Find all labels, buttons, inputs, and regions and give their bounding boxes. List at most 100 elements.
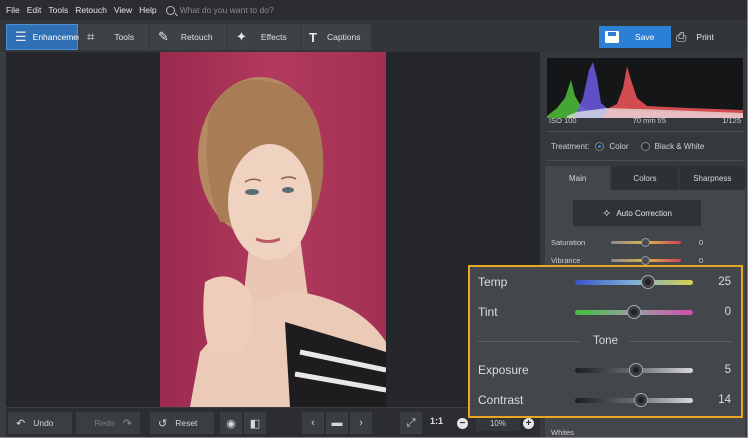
tab-tools[interactable]: ⌗ Tools	[79, 24, 149, 50]
eye-icon: ◉	[226, 417, 236, 430]
histogram-info: ISO 100 70 mm f/5 1/125	[549, 116, 741, 125]
menu-search	[165, 5, 340, 15]
brush-icon: ✎	[158, 29, 169, 44]
magic-wand-icon: ✧	[602, 207, 612, 220]
slider-value: 0	[698, 238, 703, 247]
minus-icon: −	[459, 418, 466, 429]
radio-color-label[interactable]: Color	[609, 142, 628, 151]
saturation-handle[interactable]	[641, 238, 651, 247]
compare-icon: ◧	[249, 417, 261, 430]
redo-button[interactable]: Redo ↷	[76, 412, 140, 434]
preview-button[interactable]: ◉	[220, 412, 242, 434]
tab-captions[interactable]: T Captions	[301, 24, 371, 50]
redo-icon: ↷	[122, 417, 132, 430]
divider	[629, 340, 733, 342]
slider-exposure: Exposure 5	[478, 363, 731, 377]
crop-icon: ⌗	[87, 29, 95, 44]
histogram	[547, 58, 743, 118]
slider-label: Vibrance	[551, 256, 581, 265]
exposure-track[interactable]	[575, 363, 693, 377]
menu-bar: File Edit Tools Retouch View Help	[0, 0, 747, 20]
chevron-right-icon: ›	[359, 417, 363, 429]
next-image-button[interactable]: ›	[350, 412, 372, 434]
subtab-colors[interactable]: Colors	[612, 166, 678, 190]
zoom-in-button[interactable]: +	[523, 418, 534, 429]
slider-label: Saturation	[551, 238, 586, 247]
print-button[interactable]: ⎙ Print	[674, 26, 740, 48]
search-input[interactable]	[179, 5, 340, 15]
tab-retouch[interactable]: ✎ Retouch	[150, 24, 227, 50]
slider-saturation: Saturation 0	[551, 238, 703, 247]
slider-vibrance: Vibrance 0	[551, 256, 703, 265]
slider-value: 25	[718, 276, 731, 288]
tint-track[interactable]	[575, 305, 693, 319]
slider-value: 0	[698, 256, 703, 265]
saturation-track[interactable]	[610, 238, 681, 247]
tab-label: Enhancement	[32, 32, 86, 42]
treatment-label: Treatment:	[551, 142, 590, 151]
radio-black-white-label[interactable]: Black & White	[655, 142, 705, 151]
save-label: Save	[635, 32, 655, 42]
tab-enhancement[interactable]: ☰ Enhancement	[6, 24, 85, 50]
magic-wand-icon: ✦	[236, 29, 247, 44]
highlighted-sliders-callout: Temp 25 Tint 0 Tone Exposure 5 Contrast …	[468, 265, 743, 418]
contrast-track[interactable]	[575, 393, 693, 407]
subtab-label: Colors	[633, 173, 657, 183]
print-label: Print	[696, 32, 714, 42]
slider-label: Tint	[478, 305, 498, 319]
tint-handle[interactable]	[627, 305, 641, 319]
treatment-selector: Treatment: Color Black & White	[551, 142, 704, 151]
shutter-value: 1/125	[722, 116, 741, 125]
radio-color[interactable]	[595, 142, 605, 151]
prev-image-button[interactable]: ‹	[302, 412, 324, 434]
zoom-level-field[interactable]: 10%	[476, 417, 520, 431]
contrast-handle[interactable]	[634, 393, 649, 407]
temp-handle[interactable]	[641, 275, 656, 289]
sliders-icon: ☰	[15, 29, 27, 44]
menu-edit[interactable]: Edit	[27, 5, 42, 15]
temp-track[interactable]	[575, 275, 693, 289]
subtab-sharpness[interactable]: Sharpness	[679, 166, 745, 190]
zoom-actual-size[interactable]: 1:1	[430, 416, 443, 426]
portrait-illustration	[190, 77, 386, 407]
tone-label: Tone	[593, 335, 618, 347]
menu-view[interactable]: View	[114, 5, 132, 15]
vibrance-handle[interactable]	[641, 256, 651, 265]
printer-icon: ⎙	[676, 29, 687, 44]
tab-label: Captions	[326, 32, 361, 42]
undo-button[interactable]: ↶ Undo	[8, 412, 72, 434]
open-folder-button[interactable]: ▬	[326, 412, 348, 434]
slider-value: 5	[724, 364, 731, 376]
subtab-main[interactable]: Main	[545, 166, 611, 190]
auto-correction-button[interactable]: ✧ Auto Correction	[573, 200, 701, 226]
vibrance-track[interactable]	[610, 256, 681, 265]
bottom-bar: ↶ Undo Redo ↷ ↺ Reset ◉ ◧ ‹ ▬ › ⤢ 1:1 − …	[6, 408, 540, 437]
slider-label: Temp	[478, 275, 508, 289]
tone-section-header: Tone	[478, 335, 733, 347]
subtab-label: Sharpness	[693, 173, 732, 183]
panel-subtabs: Main Colors Sharpness	[545, 166, 745, 190]
menu-retouch[interactable]: Retouch	[75, 5, 107, 15]
slider-label: Contrast	[478, 393, 524, 407]
fit-screen-button[interactable]: ⤢	[400, 412, 422, 434]
plus-icon: +	[525, 418, 532, 429]
zoom-out-button[interactable]: −	[457, 418, 468, 429]
menu-file[interactable]: File	[6, 5, 20, 15]
reset-button[interactable]: ↺ Reset	[150, 412, 214, 434]
tab-effects[interactable]: ✦ Effects	[228, 24, 300, 50]
toolbar: ☰ Enhancement ⌗ Tools ✎ Retouch ✦ Effect…	[0, 20, 747, 52]
radio-black-white[interactable]	[640, 142, 650, 151]
exposure-handle[interactable]	[629, 363, 644, 377]
redo-label: Redo	[94, 418, 115, 428]
menu-help[interactable]: Help	[139, 5, 156, 15]
tab-label: Effects	[260, 32, 287, 42]
divider	[478, 340, 582, 342]
menu-tools[interactable]: Tools	[48, 5, 68, 15]
main-tabs: ☰ Enhancement ⌗ Tools ✎ Retouch ✦ Effect…	[6, 24, 372, 50]
auto-correction-label: Auto Correction	[616, 208, 672, 218]
chevron-left-icon: ‹	[311, 417, 315, 429]
save-button[interactable]: Save	[599, 26, 671, 48]
portrait-photo	[160, 52, 386, 407]
slider-value: 14	[718, 394, 731, 406]
compare-button[interactable]: ◧	[244, 412, 266, 434]
